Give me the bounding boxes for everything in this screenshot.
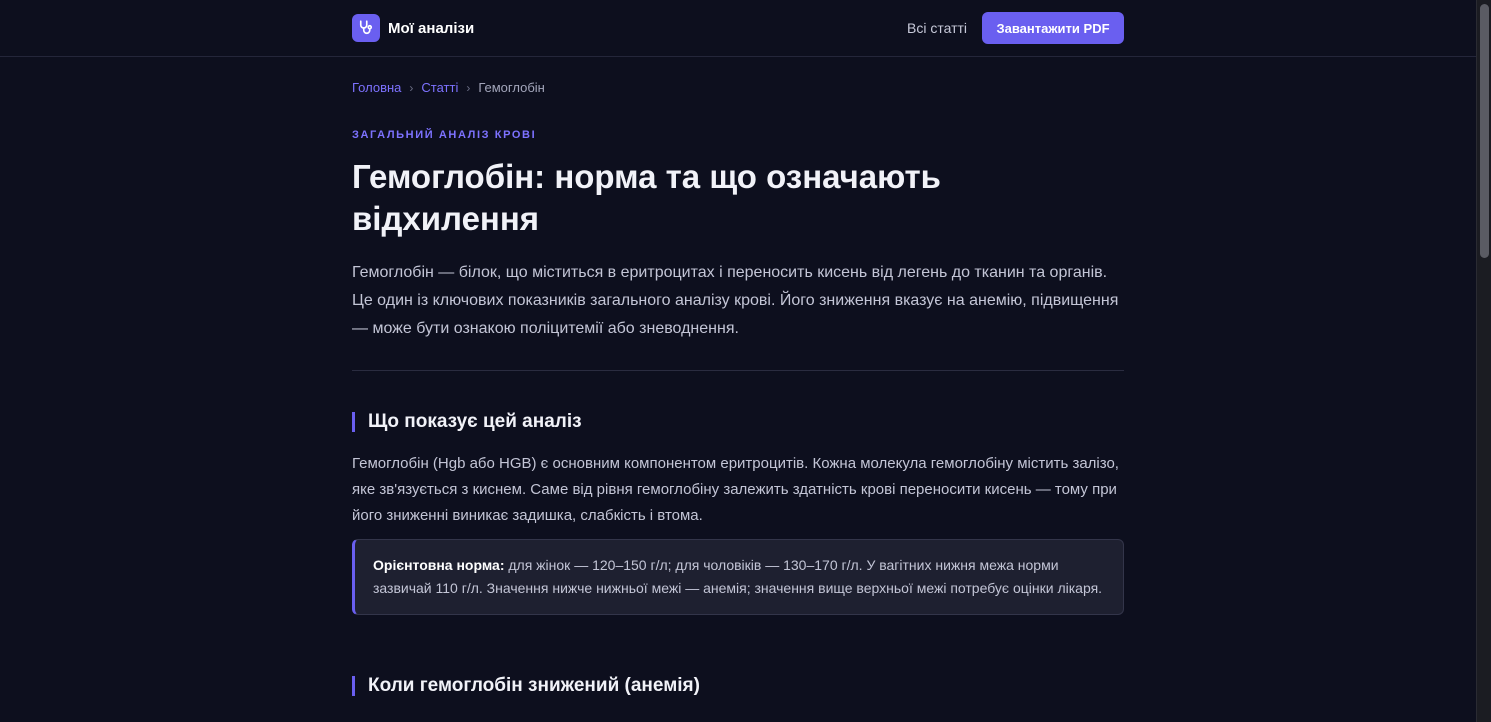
- norm-callout: Орієнтовна норма: для жінок — 120–150 г/…: [352, 539, 1124, 615]
- page: Мої аналізи Всі статті Завантажити PDF Г…: [0, 0, 1491, 722]
- nav-all-articles-link[interactable]: Всі статті: [907, 20, 967, 36]
- article-lead: Гемоглобін — білок, що міститься в еритр…: [352, 264, 1119, 337]
- download-pdf-button[interactable]: Завантажити PDF: [982, 12, 1124, 44]
- article-category: ЗАГАЛЬНИЙ АНАЛІЗ КРОВІ: [352, 129, 537, 141]
- section-heading-low-hemoglobin: Коли гемоглобін знижений (анемія): [352, 676, 700, 696]
- breadcrumb-current: Гемоглобін: [478, 80, 545, 95]
- breadcrumb-articles-link[interactable]: Статті: [421, 80, 458, 95]
- callout-label: Орієнтовна норма:: [373, 557, 505, 573]
- page-scrollbar[interactable]: [1476, 0, 1491, 722]
- brand-name: Мої аналізи: [388, 19, 475, 37]
- section-heading-what-shows: Що показує цей аналіз: [352, 412, 582, 432]
- breadcrumb-separator: ›: [409, 80, 414, 95]
- page-title: Гемоглобін: норма та що означають відхил…: [352, 158, 941, 237]
- scrollbar-thumb[interactable]: [1480, 4, 1489, 258]
- brand-home-link[interactable]: Мої аналізи: [352, 14, 474, 42]
- top-navbar: Мої аналізи Всі статті Завантажити PDF: [0, 0, 1476, 57]
- breadcrumb-separator: ›: [466, 80, 471, 95]
- section-text-what-shows: Гемоглобін (Hgb або HGB) є основним комп…: [352, 455, 1119, 524]
- breadcrumb: Головна › Статті › Гемоглобін: [352, 80, 545, 95]
- stethoscope-icon: [352, 14, 380, 42]
- divider: [352, 370, 1124, 371]
- breadcrumb-home-link[interactable]: Головна: [352, 80, 401, 95]
